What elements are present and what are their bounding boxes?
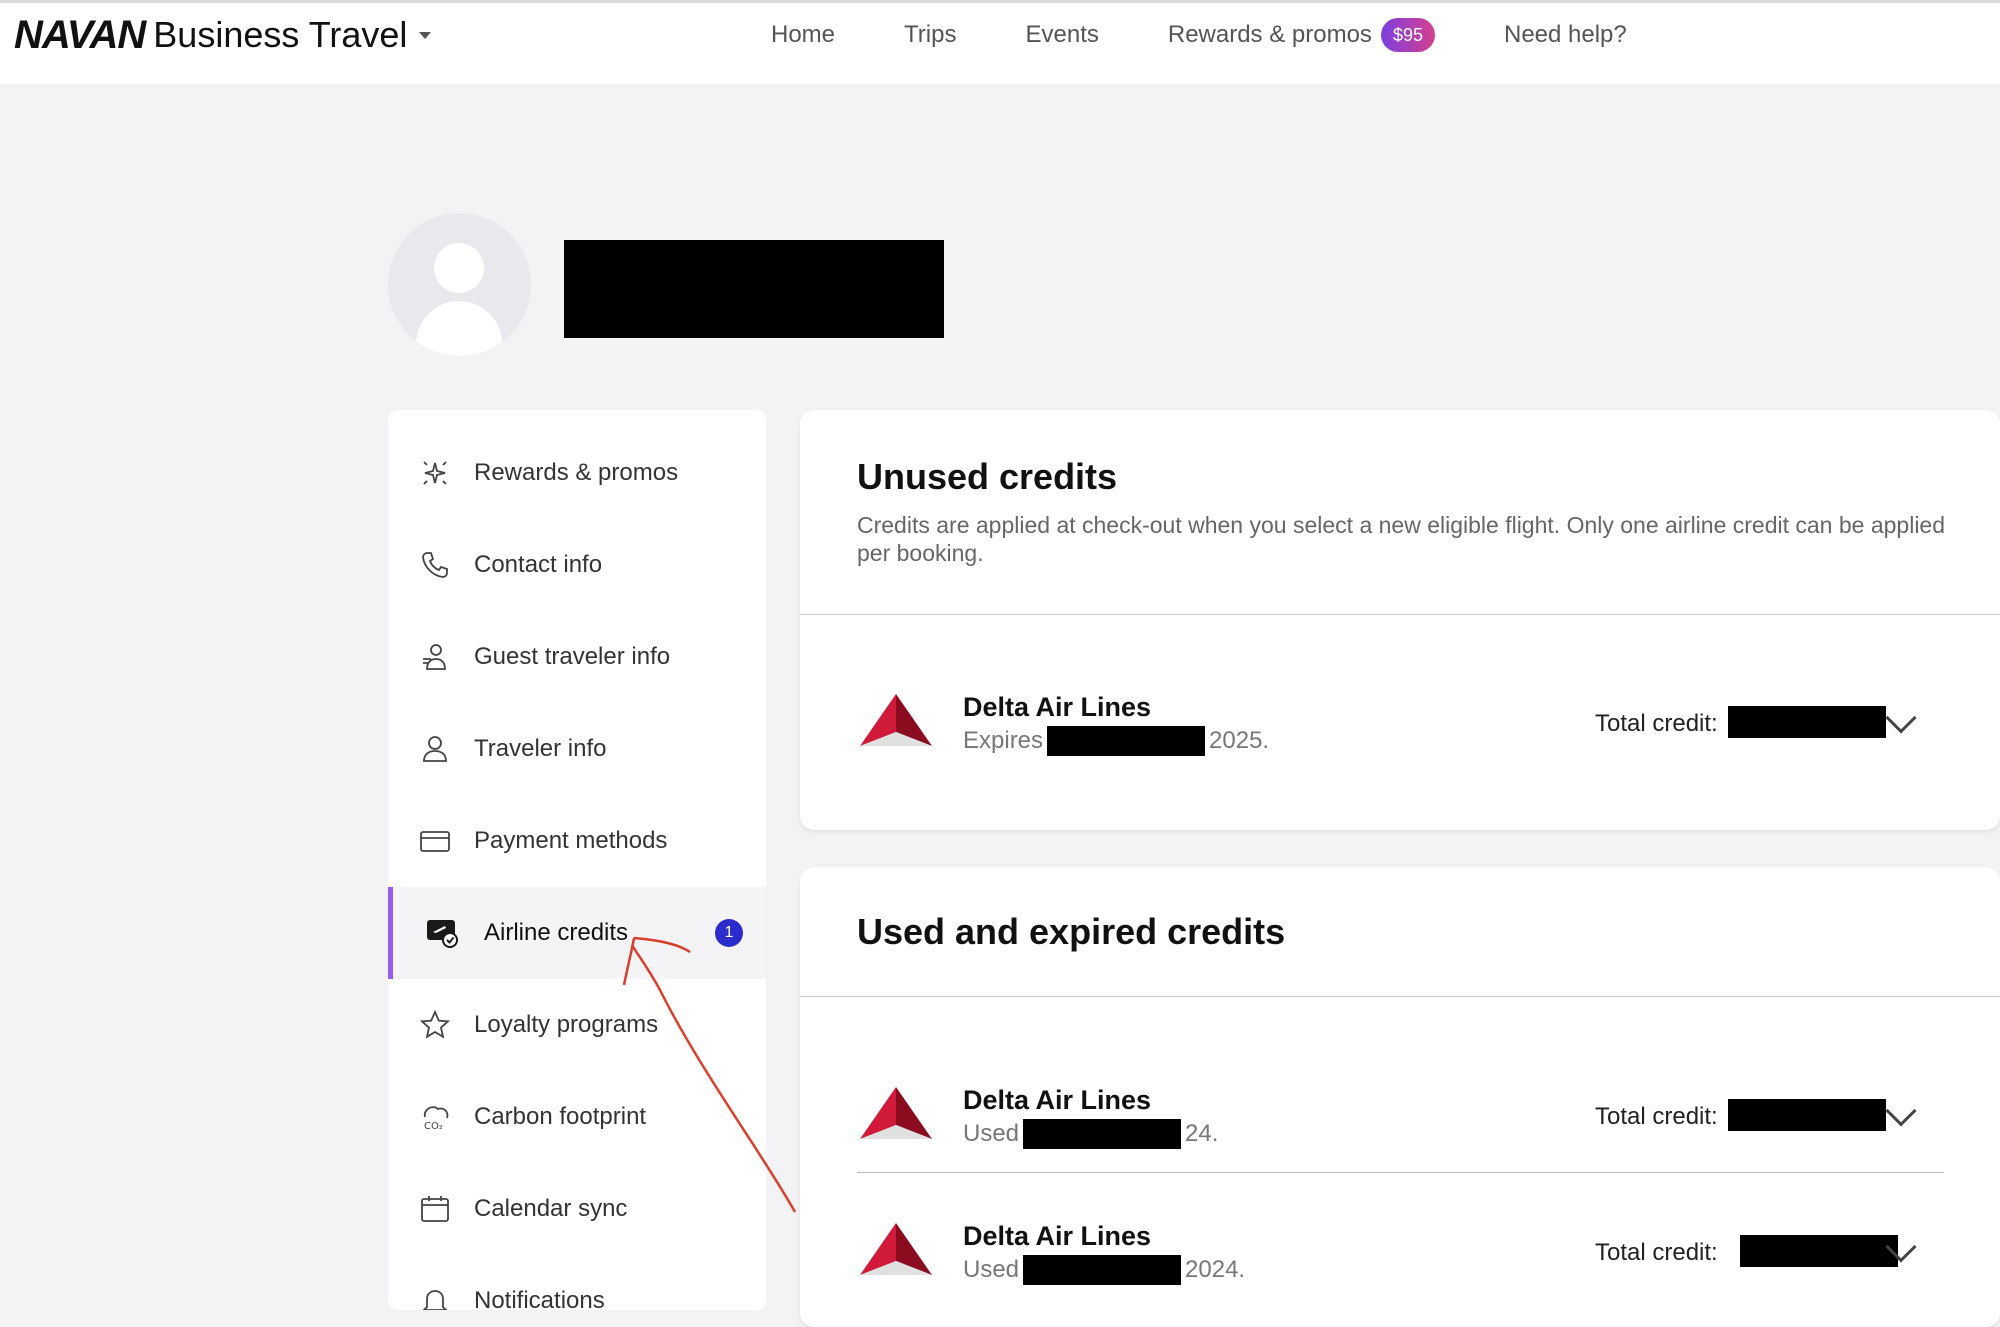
bell-icon — [418, 1284, 452, 1310]
credit-status-label: Expires — [963, 727, 1044, 754]
credit-used-date: Used 24. — [963, 1119, 1218, 1149]
nav-need-help[interactable]: Need help? — [1504, 21, 1627, 49]
sidebar-item-notifications[interactable]: Notifications — [388, 1255, 766, 1310]
total-credit-label: Total credit: — [1595, 1103, 1718, 1130]
chevron-down-icon[interactable] — [1885, 702, 1917, 734]
used-expired-credits-card: Used and expired credits Delta Air Lines… — [800, 867, 2000, 1327]
sidebar-item-loyalty-programs[interactable]: Loyalty programs — [388, 979, 766, 1071]
nav-home[interactable]: Home — [771, 21, 835, 49]
redacted-profile-name — [564, 240, 944, 338]
redacted-credit-amount — [1728, 706, 1886, 738]
sidebar-item-label: Traveler info — [474, 735, 607, 762]
sidebar-item-guest-traveler-info[interactable]: Guest traveler info — [388, 611, 766, 703]
sidebar-item-carbon-footprint[interactable]: CO₂ Carbon footprint — [388, 1071, 766, 1163]
sidebar-item-traveler-info[interactable]: Traveler info — [388, 703, 766, 795]
sparkle-icon — [418, 456, 452, 490]
unused-credits-card: Unused credits Credits are applied at ch… — [800, 410, 2000, 830]
sidebar-item-label: Airline credits — [484, 919, 629, 946]
delta-logo-icon — [860, 694, 932, 746]
avatar[interactable] — [388, 213, 531, 356]
nav-trips[interactable]: Trips — [904, 21, 956, 49]
airline-name: Delta Air Lines — [963, 692, 1152, 722]
used-credits-title: Used and expired credits — [857, 911, 1286, 952]
sidebar-item-label: Calendar sync — [474, 1195, 628, 1222]
airline-name: Delta Air Lines — [963, 1221, 1152, 1251]
person-icon — [418, 732, 452, 766]
credit-row[interactable]: Delta Air Lines Expires 2025. Total cred… — [800, 672, 2000, 782]
sidebar-item-label: Guest traveler info — [474, 643, 671, 670]
divider — [857, 1172, 1944, 1173]
co2-cloud-icon: CO₂ — [418, 1100, 452, 1134]
account-sidebar: Rewards & promos Contact info Guest trav… — [388, 410, 766, 1310]
divider — [800, 996, 2000, 997]
sidebar-item-label: Payment methods — [474, 827, 668, 854]
caret-down-icon — [419, 31, 432, 39]
brand-menu[interactable]: NAVAN Business Travel — [14, 12, 432, 57]
sidebar-item-calendar-sync[interactable]: Calendar sync — [388, 1163, 766, 1255]
credit-used-date: Used 2024. — [963, 1255, 1245, 1285]
calendar-icon — [418, 1192, 452, 1226]
airline-name: Delta Air Lines — [963, 1085, 1152, 1115]
sidebar-item-label: Notifications — [474, 1287, 605, 1310]
sidebar-item-label: Loyalty programs — [474, 1011, 659, 1038]
redacted-date — [1023, 1255, 1182, 1285]
main-nav-links: Home Trips Events Rewards & promos $95 N… — [771, 15, 1627, 55]
unused-credits-title: Unused credits — [857, 456, 1118, 497]
credit-date-suffix: 24. — [1185, 1120, 1219, 1147]
guest-traveler-icon — [418, 640, 452, 674]
unused-credits-description: Credits are applied at check-out when yo… — [857, 512, 1946, 566]
credit-date-suffix: 2025. — [1209, 727, 1270, 754]
total-credit-label: Total credit: — [1595, 710, 1718, 737]
airline-credit-icon — [426, 916, 460, 950]
total-credit-label: Total credit: — [1595, 1239, 1718, 1266]
sidebar-item-contact-info[interactable]: Contact info — [388, 519, 766, 611]
avatar-body-shape — [416, 301, 502, 356]
redacted-date — [1023, 1119, 1182, 1149]
divider — [800, 614, 2000, 615]
navan-logo: NAVAN — [14, 12, 146, 57]
credit-card-icon — [418, 824, 452, 858]
sidebar-item-label: Rewards & promos — [474, 459, 679, 486]
credit-date-suffix: 2024. — [1185, 1256, 1246, 1283]
rewards-amount-badge: $95 — [1380, 18, 1435, 52]
sidebar-item-label: Carbon footprint — [474, 1103, 647, 1130]
airline-credits-count-badge: 1 — [715, 919, 743, 947]
delta-logo-icon — [860, 1087, 932, 1139]
avatar-head-shape — [434, 243, 484, 293]
credit-row[interactable]: Delta Air Lines Used 24. Total credit: — [800, 1065, 2000, 1175]
top-navigation: NAVAN Business Travel Home Trips Events … — [0, 0, 2000, 84]
phone-icon — [418, 548, 452, 582]
nav-events[interactable]: Events — [1025, 21, 1098, 49]
redacted-credit-amount — [1740, 1235, 1898, 1267]
nav-rewards-promos[interactable]: Rewards & promos $95 — [1168, 18, 1435, 52]
sidebar-item-payment-methods[interactable]: Payment methods — [388, 795, 766, 887]
brand-product-name: Business Travel — [153, 14, 408, 55]
credit-status-label: Used — [963, 1120, 1020, 1147]
nav-rewards-label: Rewards & promos — [1167, 21, 1372, 48]
chevron-down-icon[interactable] — [1885, 1095, 1917, 1127]
svg-text:CO₂: CO₂ — [424, 1121, 443, 1132]
credit-row[interactable]: Delta Air Lines Used 2024. Total credit: — [800, 1201, 2000, 1311]
star-icon — [418, 1008, 452, 1042]
sidebar-item-rewards-promos[interactable]: Rewards & promos — [388, 427, 766, 519]
credit-status-label: Used — [963, 1256, 1020, 1283]
sidebar-item-label: Contact info — [474, 551, 603, 578]
delta-logo-icon — [860, 1223, 932, 1275]
redacted-credit-amount — [1728, 1099, 1886, 1131]
redacted-date — [1047, 726, 1206, 756]
credit-expiry: Expires 2025. — [963, 726, 1269, 756]
sidebar-item-airline-credits[interactable]: Airline credits 1 — [388, 887, 766, 979]
